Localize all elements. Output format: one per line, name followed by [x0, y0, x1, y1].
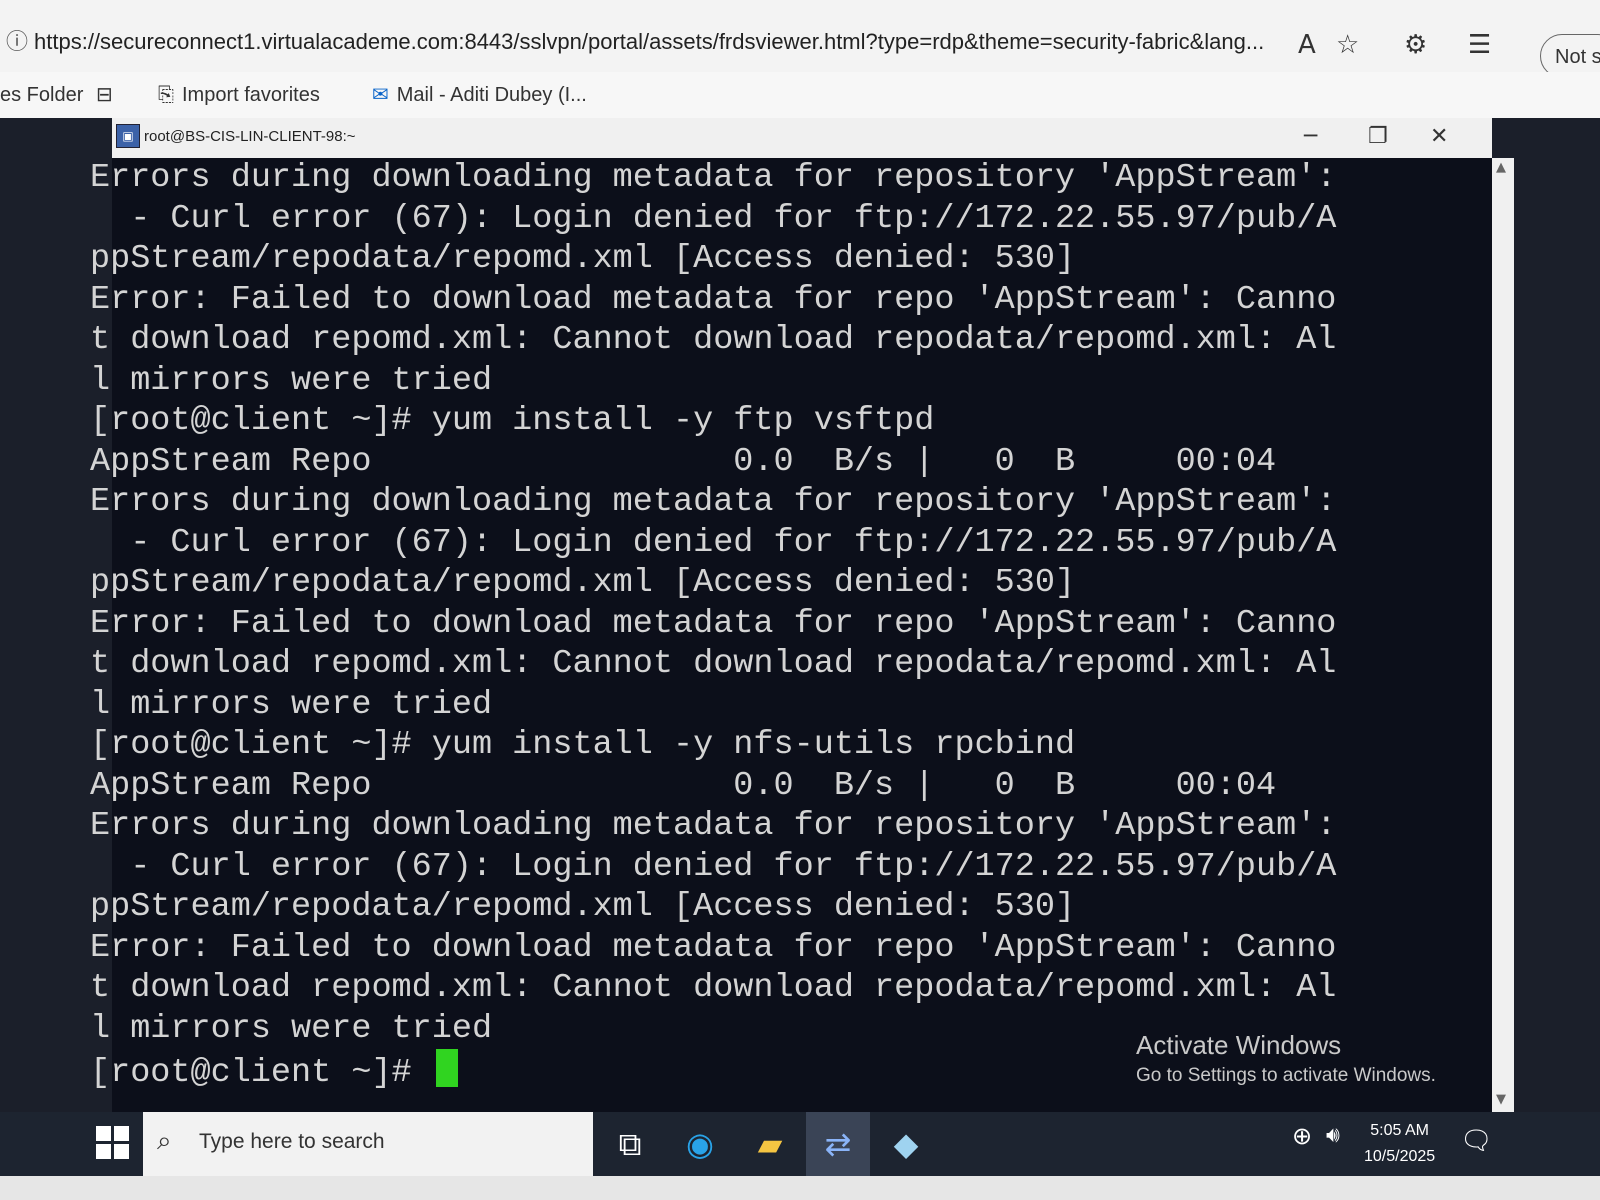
- network-icon[interactable]: ⊕: [1292, 1122, 1312, 1151]
- scroll-down-icon[interactable]: ▼: [1496, 1092, 1506, 1107]
- terminal-line: ppStream/repodata/repomd.xml [Access den…: [90, 564, 1076, 602]
- putty-window-title: root@BS-CIS-LIN-CLIENT-98:~: [144, 128, 356, 145]
- mail-favorite-link[interactable]: ✉ Mail - Aditi Dubey (I...: [372, 78, 587, 112]
- taskbar-search-box[interactable]: ⌕ Type here to search: [143, 1112, 593, 1176]
- terminal-line: Error: Failed to download metadata for r…: [90, 604, 1337, 643]
- mail-favorite-label: Mail - Aditi Dubey (I...: [396, 84, 587, 106]
- notification-icon[interactable]: 🗨︎: [1460, 1126, 1493, 1156]
- terminal-line: - Curl error (67): Login denied for ftp:…: [90, 523, 1337, 562]
- windows-logo-tile: [114, 1126, 129, 1141]
- favorites-folder[interactable]: es Folder: [0, 78, 83, 112]
- start-button[interactable]: [96, 1126, 130, 1160]
- browser-address-bar: ⓘ https://secureconnect1.virtualacademe.c…: [0, 0, 1600, 78]
- activate-windows-watermark: Activate Windows Go to Settings to activ…: [1136, 1030, 1436, 1087]
- terminal-line: Error: Failed to download metadata for r…: [90, 928, 1337, 967]
- terminal-cursor: [435, 1049, 458, 1087]
- favorite-star-icon[interactable]: ☆: [1336, 30, 1359, 60]
- terminal-line: - Curl error (67): Login denied for ftp:…: [90, 199, 1337, 238]
- read-aloud-icon[interactable]: A: [1298, 30, 1316, 60]
- search-placeholder: Type here to search: [199, 1130, 385, 1153]
- import-favorites-label: Import favorites: [182, 84, 320, 106]
- terminal-line: AppStream Repo 0.0 B/s | 0 B 00:04: [90, 442, 1277, 481]
- windows-logo-tile: [114, 1144, 129, 1159]
- import-icon: ⎘: [158, 84, 174, 106]
- minimize-icon[interactable]: ─: [1304, 124, 1317, 150]
- collections-icon[interactable]: ⊟: [96, 78, 121, 112]
- terminal-prompt: [root@client ~]#: [90, 1054, 432, 1092]
- terminal-line: t download repomd.xml: Cannot download r…: [90, 645, 1337, 683]
- watermark-title: Activate Windows: [1136, 1030, 1342, 1060]
- terminal-line: Errors during downloading metadata for r…: [90, 483, 1337, 521]
- terminal-line: t download repomd.xml: Cannot download r…: [90, 321, 1337, 359]
- collections-glyph: ⊟: [96, 84, 113, 106]
- putty-titlebar[interactable]: ▣ root@BS-CIS-LIN-CLIENT-98:~ ─ ❐ ✕: [112, 118, 1492, 158]
- terminal-line: [root@client ~]# yum install -y nfs-util…: [90, 726, 1076, 764]
- extensions-icon[interactable]: ⚙: [1404, 30, 1427, 60]
- url-field[interactable]: ⓘ https://secureconnect1.virtualacademe.c…: [6, 22, 1296, 62]
- terminal-line: t download repomd.xml: Cannot download r…: [90, 969, 1337, 1007]
- windows-logo-tile: [96, 1144, 111, 1159]
- restore-icon[interactable]: ❐: [1368, 124, 1388, 150]
- terminal-output: Errors during downloading metadata for r…: [90, 158, 1337, 1092]
- terminal-line: Errors during downloading metadata for r…: [90, 159, 1337, 197]
- volume-icon[interactable]: 🔊︎: [1326, 1122, 1340, 1148]
- app-icon[interactable]: ◆: [874, 1112, 938, 1176]
- windows-logo-tile: [96, 1126, 111, 1141]
- page-info-icon[interactable]: ⓘ: [6, 29, 28, 54]
- clock-time: 5:05 AM: [1370, 1122, 1429, 1139]
- terminal-line: Errors during downloading metadata for r…: [90, 807, 1337, 845]
- outlook-icon: ✉: [372, 84, 389, 106]
- terminal-line: [root@client ~]# yum install -y ftp vsft…: [90, 402, 935, 440]
- watermark-subtitle: Go to Settings to activate Windows.: [1136, 1065, 1436, 1086]
- favorites-bar: es Folder ⊟ ⎘ Import favorites ✉ Mail - Ad…: [0, 72, 1600, 118]
- scroll-up-icon[interactable]: ▲: [1496, 160, 1506, 175]
- terminal-line: ppStream/repodata/repomd.xml [Access den…: [90, 240, 1076, 278]
- terminal-line: AppStream Repo 0.0 B/s | 0 B 00:04: [90, 766, 1277, 805]
- taskbar-clock[interactable]: 5:05 AM 10/5/2025: [1364, 1118, 1435, 1170]
- clock-date: 10/5/2025: [1364, 1148, 1436, 1165]
- favorites-folder-label: es Folder: [0, 84, 84, 106]
- terminal-line: l mirrors were tried: [90, 685, 493, 724]
- task-view-icon[interactable]: ⧉: [598, 1112, 662, 1176]
- terminal-line: Error: Failed to download metadata for r…: [90, 280, 1337, 319]
- terminal-line: - Curl error (67): Login denied for ftp:…: [90, 847, 1337, 886]
- edge-icon[interactable]: ◉: [668, 1112, 732, 1176]
- remote-desktop-icon[interactable]: ⇄: [806, 1112, 870, 1176]
- terminal-scrollbar[interactable]: ▲ ▼: [1492, 158, 1514, 1112]
- putty-icon: ▣: [116, 124, 140, 148]
- monitor-bezel: [0, 1176, 1600, 1200]
- url-text: https://secureconnect1.virtualacademe.co…: [34, 29, 1265, 54]
- file-explorer-icon[interactable]: ▰: [738, 1112, 802, 1176]
- import-favorites-link[interactable]: ⎘ Import favorites: [158, 78, 320, 112]
- terminal-line: ppStream/repodata/repomd.xml [Access den…: [90, 888, 1076, 926]
- terminal-line: l mirrors were tried: [90, 361, 493, 400]
- favorites-list-icon[interactable]: ☰: [1468, 30, 1491, 60]
- search-icon: ⌕: [157, 1126, 172, 1156]
- rdp-session: ▣ root@BS-CIS-LIN-CLIENT-98:~ ─ ❐ ✕ Erro…: [0, 118, 1600, 1130]
- close-icon[interactable]: ✕: [1430, 124, 1448, 150]
- not-secure-label: Not s: [1555, 46, 1600, 68]
